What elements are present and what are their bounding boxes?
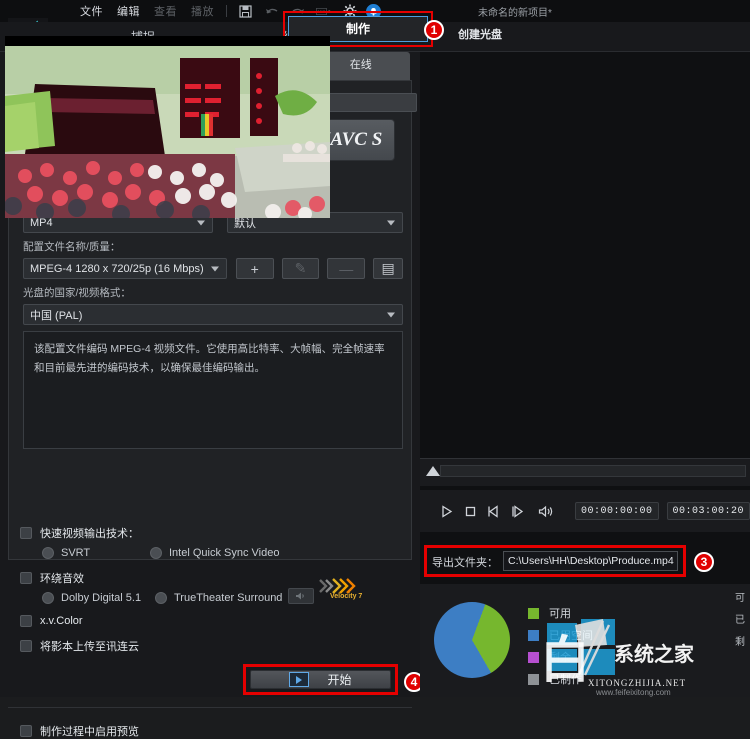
menu-play[interactable]: 播放: [191, 3, 214, 19]
truetheater-radio-row[interactable]: TrueTheater Surround: [155, 592, 282, 604]
disc-country-dropdown[interactable]: 中国 (PAL): [23, 304, 403, 325]
powerdirector-window: 文件 编辑 查看 播放 16:9 未命名的新项目*: [0, 0, 750, 697]
start-button-label: 开始: [327, 671, 351, 688]
truetheater-label: TrueTheater Surround: [174, 592, 282, 604]
stop-icon[interactable]: [461, 498, 479, 524]
project-title: 未命名的新项目*: [478, 4, 552, 19]
export-folder-label: 导出文件夹：: [432, 554, 498, 570]
disc-country-label: 光盘的国家/视频格式：: [23, 285, 403, 300]
prev-frame-icon[interactable]: [485, 498, 503, 524]
current-timecode[interactable]: 00:00:00:00: [575, 502, 659, 520]
enable-preview-label: 制作过程中启用预览: [40, 723, 139, 739]
chevron-down-icon: [387, 312, 395, 317]
chevron-down-icon: [211, 266, 219, 271]
velocity-logo-icon: Velocity 7: [318, 576, 376, 602]
profile-quality-dropdown[interactable]: MPEG-4 1280 x 720/25p (16 Mbps): [23, 258, 227, 279]
chevron-down-icon: [197, 220, 205, 225]
callout-badge-1: 1: [424, 20, 444, 40]
play-icon[interactable]: [437, 498, 455, 524]
bottom-divider: [8, 707, 412, 708]
disc-country-block: 光盘的国家/视频格式： 中国 (PAL): [23, 285, 403, 325]
volume-icon[interactable]: [537, 498, 555, 524]
profile-quality-label: 配置文件名称/质量：: [23, 239, 403, 254]
xvcolor-label: x.v.Color: [40, 615, 83, 627]
menu-edit[interactable]: 编辑: [117, 3, 140, 19]
menu-divider: [226, 5, 227, 17]
legend-swatch-remaining: [528, 652, 539, 663]
watermark-brand-en: XITONGZHIJIA.NET: [588, 678, 686, 688]
legend-swatch-used: [528, 630, 539, 641]
intel-qsv-radio[interactable]: [150, 547, 162, 559]
dolby-radio[interactable]: [42, 592, 54, 604]
video-preview[interactable]: [5, 36, 330, 218]
legend-swatch-produced: [528, 674, 539, 685]
undo-icon[interactable]: [264, 4, 279, 18]
disc-country-value: 中国 (PAL): [30, 307, 82, 323]
upload-cloud-label: 将影本上传至讯连云: [40, 638, 139, 654]
total-timecode[interactable]: 00:03:00:20: [667, 502, 750, 520]
disk-space-pie-chart: [434, 602, 510, 678]
disk-right-edge-labels: 可已剩: [735, 588, 745, 654]
svrt-radio-row[interactable]: SVRT: [42, 547, 90, 559]
produce-play-icon: [289, 672, 309, 687]
chevron-down-icon: [387, 220, 395, 225]
menu-file[interactable]: 文件: [80, 3, 103, 19]
velocity-text: Velocity 7: [330, 593, 362, 600]
enable-preview-option-row[interactable]: 制作过程中启用预览: [20, 723, 139, 739]
next-frame-icon[interactable]: [509, 498, 527, 524]
watermark-logo-glyph: 白: [540, 620, 590, 692]
export-folder-value: C:\Users\HH\Desktop\Produce.mp4: [508, 555, 674, 567]
timeline-track[interactable]: [440, 465, 746, 477]
surround-option-row[interactable]: 环绕音效: [20, 570, 84, 586]
profile-description: 该配置文件编码 MPEG-4 视频文件。它使用高比特率、大帧幅、完全帧速率和目前…: [23, 331, 403, 449]
start-button[interactable]: 开始: [250, 670, 391, 689]
export-folder-input[interactable]: C:\Users\HH\Desktop\Produce.mp4: [503, 551, 678, 571]
dolby-label: Dolby Digital 5.1: [61, 592, 141, 604]
add-profile-button[interactable]: +: [236, 258, 274, 279]
profile-quality-value: MPEG-4 1280 x 720/25p (16 Mbps): [30, 263, 204, 275]
legend-swatch-available: [528, 608, 539, 619]
fast-video-label: 快速视频输出技术：: [40, 525, 139, 541]
intel-qsv-label: Intel Quick Sync Video: [169, 547, 279, 559]
profile-quality-block: 配置文件名称/质量： MPEG-4 1280 x 720/25p (16 Mbp…: [23, 239, 403, 279]
fast-video-checkbox[interactable]: [20, 527, 32, 539]
timeline-playhead-icon[interactable]: [426, 466, 440, 476]
svrt-radio[interactable]: [42, 547, 54, 559]
callout-badge-3: 3: [694, 552, 714, 572]
enable-preview-checkbox[interactable]: [20, 725, 32, 737]
create-disc-label[interactable]: 创建光盘: [458, 26, 502, 42]
fast-video-option-row[interactable]: 快速视频输出技术：: [20, 525, 139, 541]
dolby-radio-row[interactable]: Dolby Digital 5.1: [42, 592, 141, 604]
xvcolor-option-row[interactable]: x.v.Color: [20, 615, 83, 627]
edit-profile-button[interactable]: ✎: [282, 258, 320, 279]
remove-profile-button[interactable]: —: [327, 258, 365, 279]
xvcolor-checkbox[interactable]: [20, 615, 32, 627]
svrt-radio-label: SVRT: [61, 547, 90, 559]
watermark-brand-cn: 系统之家: [614, 638, 694, 667]
surround-checkbox[interactable]: [20, 572, 32, 584]
profile-details-button[interactable]: ▤: [373, 258, 403, 279]
surround-label: 环绕音效: [40, 570, 84, 586]
save-icon[interactable]: [238, 4, 253, 18]
watermark-brand-sub: www.feifeixitong.com: [596, 688, 671, 697]
playback-controls: 00:00:00:00 00:03:00:20: [420, 490, 750, 532]
upload-cloud-checkbox[interactable]: [20, 640, 32, 652]
truetheater-radio[interactable]: [155, 592, 167, 604]
upload-cloud-option-row[interactable]: 将影本上传至讯连云: [20, 638, 139, 654]
intel-qsv-radio-row[interactable]: Intel Quick Sync Video: [150, 547, 279, 559]
file-extension-value: MP4: [30, 217, 53, 229]
menu-view[interactable]: 查看: [154, 3, 177, 19]
speaker-test-icon[interactable]: [288, 588, 314, 604]
